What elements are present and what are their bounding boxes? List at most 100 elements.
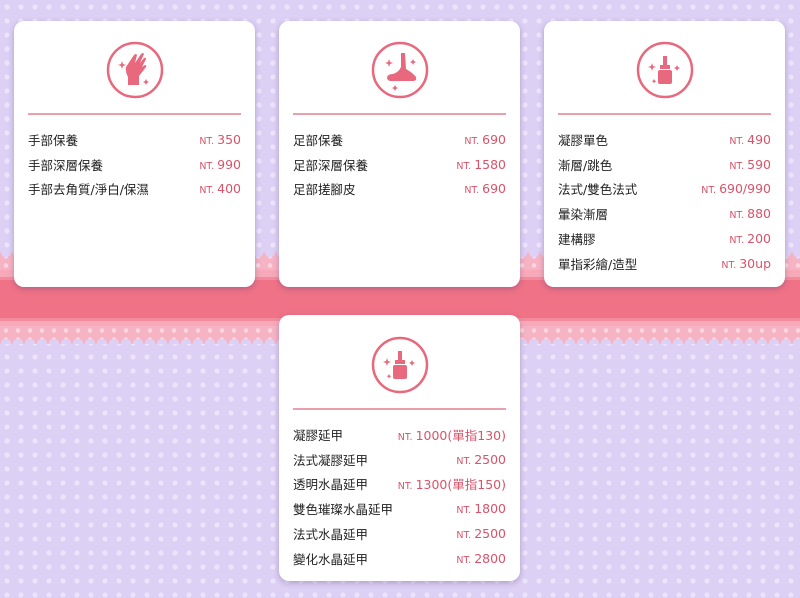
price-card-foot-care: 足部保養 NT. 690 足部深層保養 NT. 1580 足部搓腳皮 NT. 690 <box>279 21 520 287</box>
currency-label: NT. <box>199 160 215 172</box>
service-price: NT. 2500 <box>456 526 506 541</box>
card-divider <box>293 408 506 410</box>
price-value: 1300(單指150) <box>415 477 506 493</box>
price-value: 880 <box>747 206 771 222</box>
service-name: 手部深層保養 <box>28 157 104 173</box>
service-name: 足部搓腳皮 <box>293 182 356 198</box>
nail-polish-icon <box>636 41 694 99</box>
currency-label: NT. <box>456 160 472 172</box>
service-name: 手部保養 <box>28 132 79 148</box>
price-value: 490 <box>747 131 771 147</box>
service-name: 法式水晶延甲 <box>293 527 369 543</box>
price-value: 1000(單指130) <box>415 427 506 443</box>
service-name: 雙色璀璨水晶延甲 <box>293 502 394 518</box>
service-price: NT. 690 <box>464 181 506 196</box>
currency-label: NT. <box>721 259 737 271</box>
price-row: 凝膠單色 NT. 490 <box>558 127 771 152</box>
price-list: 凝膠單色 NT. 490 漸層/跳色 NT. 590 法式/雙色法式 NT. 690/990… <box>558 127 771 276</box>
price-value: 2800 <box>474 550 506 566</box>
currency-label: NT. <box>456 455 472 467</box>
service-price: NT. 1580 <box>456 157 506 172</box>
currency-label: NT. <box>729 160 745 172</box>
price-row: 單指彩繪/造型 NT. 30up <box>558 251 771 276</box>
price-value: 590 <box>747 156 771 172</box>
service-name: 足部保養 <box>293 132 344 148</box>
price-list: 足部保養 NT. 690 足部深層保養 NT. 1580 足部搓腳皮 NT. 690 <box>293 127 506 201</box>
currency-label: NT. <box>199 135 215 147</box>
service-name: 漸層/跳色 <box>558 157 613 173</box>
currency-label: NT. <box>397 431 413 443</box>
hand-icon <box>106 41 164 99</box>
currency-label: NT. <box>199 185 215 197</box>
currency-label: NT. <box>729 235 745 247</box>
price-value: 30up <box>739 255 771 271</box>
service-price: NT. 30up <box>721 256 771 271</box>
currency-label: NT. <box>729 135 745 147</box>
price-row: 法式水晶延甲 NT. 2500 <box>293 521 506 546</box>
service-price: NT. 2500 <box>456 452 506 467</box>
price-card-gel-nails: 凝膠單色 NT. 490 漸層/跳色 NT. 590 法式/雙色法式 NT. 690/990… <box>544 21 785 287</box>
card-divider <box>293 113 506 115</box>
currency-label: NT. <box>729 210 745 222</box>
service-name: 建構膠 <box>558 232 596 248</box>
currency-label: NT. <box>397 481 413 493</box>
service-name: 法式/雙色法式 <box>558 182 638 198</box>
service-price: NT. 1300(單指150) <box>398 474 506 493</box>
price-value: 350 <box>217 131 241 147</box>
service-price: NT. 490 <box>729 132 771 147</box>
currency-label: NT. <box>464 135 480 147</box>
service-price: NT. 690/990 <box>701 181 771 196</box>
price-value: 990 <box>217 156 241 172</box>
service-name: 凝膠單色 <box>558 132 609 148</box>
service-price: NT. 400 <box>199 181 241 196</box>
price-row: 手部深層保養 NT. 990 <box>28 152 241 177</box>
service-price: NT. 990 <box>199 157 241 172</box>
price-value: 400 <box>217 181 241 197</box>
service-price: NT. 2800 <box>456 551 506 566</box>
price-row: 足部搓腳皮 NT. 690 <box>293 177 506 202</box>
currency-label: NT. <box>456 505 472 517</box>
service-price: NT. 590 <box>729 157 771 172</box>
service-price: NT. 1800 <box>456 501 506 516</box>
price-value: 1580 <box>474 156 506 172</box>
currency-label: NT. <box>701 185 717 197</box>
service-name: 單指彩繪/造型 <box>558 256 638 272</box>
price-row: 手部去角質/淨白/保濕 NT. 400 <box>28 177 241 202</box>
service-price: NT. 1000(單指130) <box>398 425 506 444</box>
service-name: 透明水晶延甲 <box>293 477 369 493</box>
service-name: 暈染漸層 <box>558 207 609 223</box>
price-row: 變化水晶延甲 NT. 2800 <box>293 546 506 571</box>
price-row: 足部保養 NT. 690 <box>293 127 506 152</box>
price-row: 漸層/跳色 NT. 590 <box>558 152 771 177</box>
service-price: NT. 200 <box>729 231 771 246</box>
currency-label: NT. <box>464 185 480 197</box>
service-name: 法式凝膠延甲 <box>293 452 369 468</box>
price-row: 凝膠延甲 NT. 1000(單指130) <box>293 422 506 447</box>
price-value: 690 <box>482 131 506 147</box>
service-name: 足部深層保養 <box>293 157 369 173</box>
price-list: 手部保養 NT. 350 手部深層保養 NT. 990 手部去角質/淨白/保濕 NT. 40… <box>28 127 241 201</box>
price-row: 暈染漸層 NT. 880 <box>558 201 771 226</box>
price-value: 690/990 <box>719 181 771 197</box>
price-list: 凝膠延甲 NT. 1000(單指130) 法式凝膠延甲 NT. 2500 透明水晶延甲 N… <box>293 422 506 571</box>
currency-label: NT. <box>456 530 472 542</box>
service-price: NT. 880 <box>729 206 771 221</box>
price-row: 足部深層保養 NT. 1580 <box>293 152 506 177</box>
price-value: 2500 <box>474 451 506 467</box>
price-row: 透明水晶延甲 NT. 1300(單指150) <box>293 472 506 497</box>
price-row: 法式凝膠延甲 NT. 2500 <box>293 447 506 472</box>
service-price: NT. 690 <box>464 132 506 147</box>
price-row: 手部保養 NT. 350 <box>28 127 241 152</box>
service-name: 變化水晶延甲 <box>293 551 369 567</box>
price-row: 法式/雙色法式 NT. 690/990 <box>558 177 771 202</box>
price-row: 建構膠 NT. 200 <box>558 226 771 251</box>
nail-polish-icon <box>371 336 429 394</box>
price-value: 690 <box>482 181 506 197</box>
card-divider <box>558 113 771 115</box>
price-value: 2500 <box>474 526 506 542</box>
service-name: 凝膠延甲 <box>293 427 344 443</box>
currency-label: NT. <box>456 554 472 566</box>
price-card-hand-care: 手部保養 NT. 350 手部深層保養 NT. 990 手部去角質/淨白/保濕 NT. 40… <box>14 21 255 287</box>
card-divider <box>28 113 241 115</box>
service-price: NT. 350 <box>199 132 241 147</box>
